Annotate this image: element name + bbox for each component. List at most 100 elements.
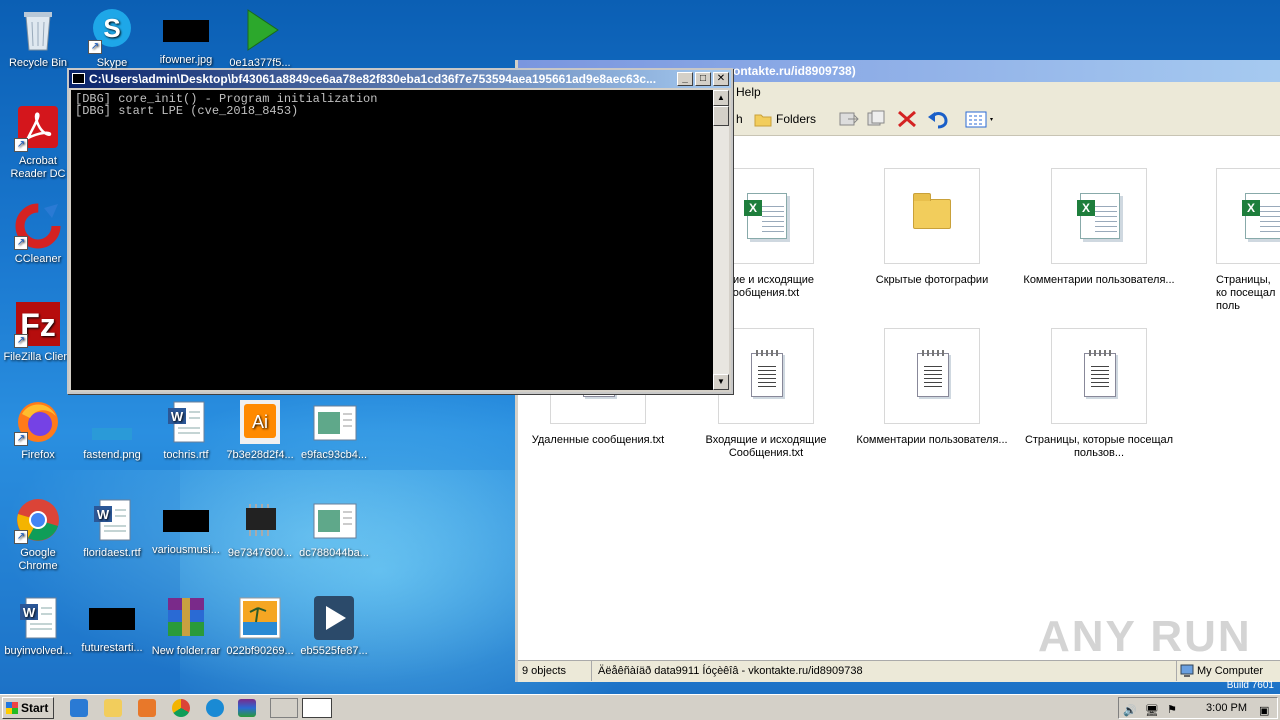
desktop-icon-buyinvolved[interactable]: W buyinvolved...: [0, 594, 76, 658]
move-to-icon: [839, 112, 859, 126]
file-item[interactable]: X Страницы, ко посещал поль: [1186, 168, 1280, 313]
window-file-icon: [310, 496, 358, 544]
console-title: C:\Users\admin\Desktop\bf43061a8849ce6aa…: [89, 72, 657, 86]
desktop-icon-dc788044ba[interactable]: dc788044ba...: [296, 496, 372, 560]
winrar-icon[interactable]: [238, 699, 256, 717]
desktop-icon-skype[interactable]: S ↗ Skype: [74, 6, 150, 70]
explorer-icon[interactable]: [104, 699, 122, 717]
network-icon[interactable]: 🖥: [1145, 701, 1159, 717]
desktop-icon-label: 022bf90269...: [226, 645, 294, 657]
file-item[interactable]: Страницы, которые посещал пользов...: [1019, 328, 1179, 460]
edge-icon[interactable]: [206, 699, 224, 717]
close-button[interactable]: ✕: [713, 72, 729, 86]
desktop-icon-7b3e28d2f4[interactable]: Ai 7b3e28d2f4...: [222, 398, 298, 462]
file-item[interactable]: Комментарии пользователя...: [852, 328, 1012, 447]
image-file-icon: [163, 20, 209, 42]
scroll-up-button[interactable]: ▲: [713, 90, 729, 106]
taskbar-explorer-window-button[interactable]: [270, 698, 298, 718]
show-desktop-icon[interactable]: ▣: [1259, 701, 1273, 717]
file-name: Комментарии пользователя...: [856, 434, 1008, 446]
maximize-button[interactable]: □: [695, 72, 711, 86]
console-scrollbar[interactable]: ▲ ▼: [713, 90, 729, 390]
svg-text:W: W: [171, 409, 184, 424]
menu-help[interactable]: Help: [736, 85, 761, 99]
move-to-button[interactable]: [838, 109, 860, 129]
shortcut-arrow-icon: ↗: [88, 40, 102, 54]
desktop-icon-chrome[interactable]: ↗ Google Chrome: [0, 496, 76, 573]
toolbar-partial-button[interactable]: h: [736, 109, 743, 129]
minimize-button[interactable]: _: [677, 72, 693, 86]
chip-icon: [236, 496, 284, 544]
desktop-icon-fastend[interactable]: fastend.png: [74, 398, 150, 462]
desktop-icon-new-folder-rar[interactable]: New folder.rar: [148, 594, 224, 658]
desktop-icon-label: ifowner.jpg: [159, 54, 213, 66]
desktop-icon-ccleaner[interactable]: ↗ CCleaner: [0, 202, 76, 266]
desktop-icon-label: Firefox: [21, 449, 55, 461]
desktop-icon-e9fac93cb4[interactable]: e9fac93cb4...: [296, 398, 372, 462]
desktop-icon-022bf90269[interactable]: 022bf90269...: [222, 594, 298, 658]
shortcut-arrow-icon: ↗: [14, 236, 28, 250]
start-button[interactable]: Start: [2, 697, 54, 719]
desktop-icon-0e1a377f5[interactable]: 0e1a377f5...: [222, 6, 298, 70]
shortcut-arrow-icon: ↗: [14, 138, 28, 152]
taskbar: Start 🔊 🖥 ⚑ 3:00 PM ▣: [0, 694, 1280, 720]
chrome-icon[interactable]: [172, 699, 190, 717]
folders-button[interactable]: Folders: [754, 109, 816, 129]
media-play-icon: [236, 6, 284, 54]
desktop-icon-label: futurestarti...: [81, 642, 143, 654]
anyrun-watermark: ANY RUN: [1038, 612, 1252, 661]
desktop-icon-floridaest[interactable]: W floridaest.rtf: [74, 496, 150, 560]
desktop-icon-recycle-bin[interactable]: Recycle Bin: [0, 6, 76, 70]
console-title-bar[interactable]: C:\Users\admin\Desktop\bf43061a8849ce6aa…: [69, 70, 731, 88]
file-name: Страницы, ко посещал поль: [1216, 274, 1276, 312]
file-item[interactable]: Скрытые фотографии: [852, 168, 1012, 287]
desktop-icon-tochris[interactable]: W tochris.rtf: [148, 398, 224, 462]
winrar-icon: [162, 594, 210, 642]
desktop-icon-ifowner[interactable]: ifowner.jpg: [148, 6, 224, 67]
svg-text:S: S: [103, 13, 120, 43]
folder-icon: [754, 114, 772, 127]
desktop-icon-label: variousmusi...: [152, 544, 220, 556]
excel-icon: X: [1216, 168, 1280, 264]
flag-icon[interactable]: ⚑: [1167, 700, 1181, 716]
scroll-thumb[interactable]: [713, 106, 729, 126]
desktop-icon-9e7347600[interactable]: 9e7347600...: [222, 496, 298, 560]
undo-button[interactable]: [926, 109, 950, 129]
desktop-icon-futurestarti[interactable]: futurestarti...: [74, 594, 150, 655]
delete-button[interactable]: [896, 109, 918, 129]
desktop-icon-filezilla[interactable]: Fz ↗ FileZilla Client: [0, 300, 76, 364]
build-label: Build 7601: [1226, 680, 1274, 691]
views-button[interactable]: [964, 109, 996, 129]
file-item[interactable]: X Комментарии пользователя...: [1019, 168, 1179, 287]
desktop-icon-eb5525fe87[interactable]: eb5525fe87...: [296, 594, 372, 658]
ie-icon[interactable]: [70, 699, 88, 717]
window-file-icon: [310, 398, 358, 446]
word-doc-icon: W: [88, 496, 136, 544]
desktop-icon-label: buyinvolved...: [4, 645, 72, 657]
copy-to-icon: [867, 110, 885, 126]
image-file-icon: [88, 398, 136, 446]
taskbar-console-window-button[interactable]: [302, 698, 332, 718]
file-name: Скрытые фотографии: [875, 274, 989, 286]
console-output[interactable]: [DBG] core_init() - Program initializati…: [71, 90, 713, 390]
console-window[interactable]: C:\Users\admin\Desktop\bf43061a8849ce6aa…: [67, 68, 733, 394]
scroll-down-button[interactable]: ▼: [713, 374, 729, 390]
desktop-icon-firefox[interactable]: ↗ Firefox: [0, 398, 76, 462]
volume-icon[interactable]: 🔊: [1123, 701, 1137, 717]
undo-icon: [928, 112, 948, 129]
image-file-icon: [89, 608, 135, 630]
word-doc-icon: W: [162, 398, 210, 446]
clock[interactable]: 3:00 PM: [1206, 698, 1247, 718]
copy-to-button[interactable]: [866, 109, 888, 129]
status-object-count: 9 objects: [520, 661, 592, 681]
file-name: Комментарии пользователя...: [1023, 274, 1175, 286]
media-player-icon[interactable]: [138, 699, 156, 717]
desktop-icon-acrobat[interactable]: ↗ Acrobat Reader DC: [0, 104, 76, 181]
image-file-icon: [163, 510, 209, 532]
desktop-icon-label: fastend.png: [83, 449, 141, 461]
console-line: [DBG] start LPE (cve_2018_8453): [75, 104, 299, 118]
filezilla-icon: Fz ↗: [14, 300, 62, 348]
desktop-icon-label: dc788044ba...: [299, 547, 369, 559]
desktop-icon-variousmusi[interactable]: variousmusi...: [148, 496, 224, 557]
status-location: My Computer: [1176, 661, 1276, 681]
